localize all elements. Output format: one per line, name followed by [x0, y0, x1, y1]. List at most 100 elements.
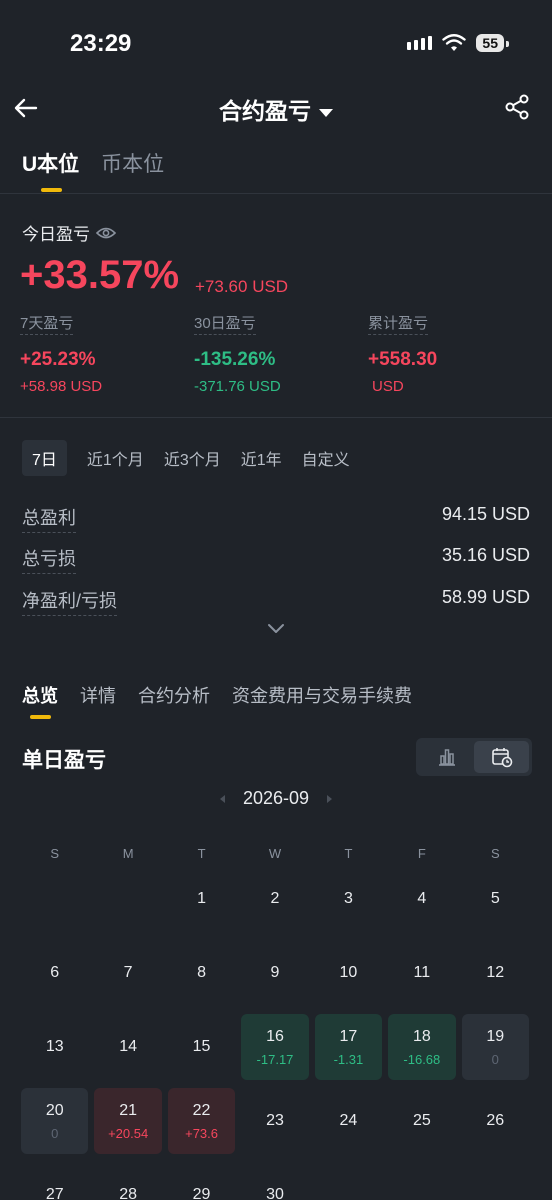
stat-percent: -135.26% — [194, 349, 276, 370]
calendar-day-cell[interactable]: 21 +20.54 — [94, 1088, 162, 1154]
weekday-label: M — [122, 846, 134, 861]
day-number: 8 — [197, 964, 207, 981]
calendar-day-cell[interactable]: 11 — [388, 940, 455, 1006]
calendar-day-cell[interactable]: 9 — [241, 940, 308, 1006]
stat-label[interactable]: 30日盈亏 — [194, 312, 256, 335]
summary-value: 35.16 USD — [441, 545, 530, 565]
range-tab-1y[interactable]: 近1年 — [241, 440, 282, 476]
calendar-day-cell[interactable]: 25 — [388, 1088, 455, 1154]
tab-contract-analysis[interactable]: 合约分析 — [138, 682, 210, 708]
calendar-day-cell[interactable]: 12 — [462, 940, 529, 1006]
day-pnl-value: 0 — [51, 1125, 59, 1141]
calendar-day-cell[interactable]: 28 — [94, 1162, 161, 1200]
range-tab-1m[interactable]: 近1个月 — [87, 440, 144, 476]
calendar-day-cell[interactable]: 1 — [168, 866, 235, 932]
stat-percent: +25.23% — [20, 349, 96, 370]
weekday-label: F — [417, 846, 426, 861]
range-tab-3m[interactable]: 近3个月 — [164, 440, 221, 476]
summary-label[interactable]: 总盈利 — [22, 504, 76, 533]
prev-month-icon[interactable] — [219, 794, 225, 803]
day-number: 4 — [417, 890, 427, 907]
day-pnl-value: -17.17 — [256, 1051, 294, 1067]
page-title-dropdown[interactable]: 合约盈亏 — [0, 92, 552, 126]
summary-label[interactable]: 净盈利/亏损 — [22, 587, 118, 616]
stat-percent: +558.30 — [368, 349, 438, 370]
day-pnl-value: +20.54 — [108, 1125, 149, 1141]
calendar-day-cell[interactable]: 23 — [241, 1088, 308, 1154]
range-tab-custom[interactable]: 自定义 — [302, 440, 350, 476]
calendar-day-cell[interactable]: 26 — [462, 1088, 529, 1154]
day-pnl-value: +73.6 — [185, 1125, 219, 1141]
day-number: 3 — [343, 890, 353, 907]
today-pnl-percent: +33.57% — [20, 253, 180, 297]
calendar-day-cell[interactable]: 20 0 — [21, 1088, 89, 1154]
calendar-day-cell[interactable]: 30 — [241, 1162, 308, 1200]
day-number: 1 — [197, 890, 207, 907]
calendar-day-cell[interactable]: 27 — [21, 1162, 88, 1200]
day-number: 6 — [50, 964, 60, 981]
day-number: 7 — [123, 964, 133, 981]
day-number: 17 — [339, 1027, 358, 1045]
calendar-day-cell[interactable]: 6 — [21, 940, 88, 1006]
calendar-day-cell[interactable]: 3 — [315, 866, 382, 932]
stat-label[interactable]: 累计盈亏 — [368, 312, 429, 335]
calendar-day-cell[interactable]: 8 — [168, 940, 235, 1006]
summary-label[interactable]: 总亏损 — [22, 545, 76, 574]
calendar-view-button[interactable] — [474, 741, 529, 773]
share-icon[interactable] — [504, 94, 530, 120]
pnl-calendar: 1 2 3 4 5 6 7 8 9 10 11 12 13 14 15 16 -17.17 17 -1.31 18 -1… — [18, 862, 532, 1200]
calendar-day-cell[interactable]: 24 — [315, 1088, 382, 1154]
stat-label[interactable]: 7天盈亏 — [20, 312, 74, 335]
battery-icon: 55 — [476, 34, 509, 52]
calendar-day-cell[interactable]: 15 — [168, 1014, 235, 1080]
weekday-header: S M T W T F S — [18, 846, 532, 861]
bar-chart-view-button[interactable] — [419, 741, 474, 773]
weekday-label: S — [50, 846, 60, 861]
calendar-day-cell[interactable]: 5 — [462, 866, 529, 932]
next-month-icon[interactable] — [327, 794, 333, 803]
calendar-day-cell[interactable]: 16 -17.17 — [241, 1014, 309, 1080]
calendar-day-cell[interactable]: 13 — [21, 1014, 88, 1080]
active-tab-indicator — [41, 188, 62, 192]
chevron-down-icon[interactable] — [266, 622, 286, 636]
tab-u-margined[interactable]: U本位 — [22, 148, 79, 178]
status-time: 23:29 — [70, 30, 132, 57]
tab-coin-margined[interactable]: 币本位 — [101, 148, 164, 178]
weekday-label: T — [197, 846, 206, 861]
stat-30d: 30日盈亏 -135.26% -371.76 USD — [194, 312, 281, 395]
calendar-day-cell[interactable]: 4 — [388, 866, 455, 932]
calendar-day-cell[interactable]: 14 — [94, 1014, 161, 1080]
eye-icon[interactable] — [96, 226, 116, 240]
day-number: 9 — [270, 964, 280, 981]
calendar-day-cell[interactable]: 2 — [241, 866, 308, 932]
stat-7d: 7天盈亏 +25.23% +58.98 USD — [20, 312, 102, 395]
day-number: 14 — [119, 1038, 138, 1055]
stat-usd: -371.76 USD — [194, 378, 281, 395]
day-pnl-value: 0 — [491, 1051, 499, 1067]
divider — [0, 417, 552, 418]
day-number: 20 — [45, 1101, 64, 1119]
day-number: 12 — [486, 964, 505, 981]
weekday-label: T — [344, 846, 353, 861]
bar-chart-icon — [438, 749, 455, 766]
calendar-day-cell[interactable]: 29 — [168, 1162, 235, 1200]
wifi-icon — [442, 34, 467, 51]
calendar-day-cell[interactable]: 18 -16.68 — [388, 1014, 456, 1080]
calendar-day-cell[interactable]: 10 — [315, 940, 382, 1006]
calendar-day-cell[interactable]: 17 -1.31 — [314, 1014, 383, 1080]
day-number: 15 — [192, 1038, 211, 1055]
calendar-day-cell[interactable]: 22 +73.6 — [167, 1088, 236, 1154]
daily-pnl-title: 单日盈亏 — [22, 749, 106, 772]
calendar-day-cell[interactable]: 7 — [94, 940, 161, 1006]
day-number: 22 — [192, 1101, 211, 1119]
tab-overview[interactable]: 总览 — [22, 682, 58, 708]
range-tab-7d[interactable]: 7日 — [22, 440, 67, 476]
day-number: 5 — [490, 890, 500, 907]
day-number: 10 — [339, 964, 358, 981]
tab-fees[interactable]: 资金费用与交易手续费 — [232, 682, 412, 708]
calendar-day-cell[interactable]: 19 0 — [461, 1014, 529, 1080]
top-nav: 合约盈亏 — [0, 82, 552, 134]
caret-down-icon — [319, 108, 333, 117]
day-number: 24 — [339, 1112, 358, 1129]
tab-details[interactable]: 详情 — [80, 682, 116, 708]
